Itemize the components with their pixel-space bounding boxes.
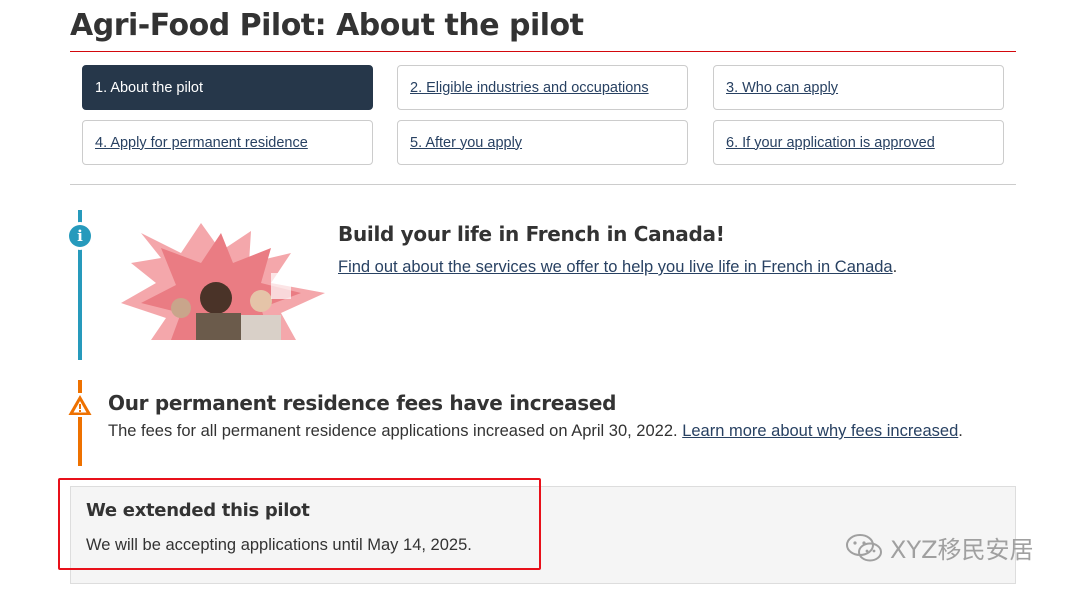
warning-alert-heading: Our permanent residence fees have increa… <box>108 391 617 415</box>
watermark: XYZ移民安居 <box>844 530 1034 565</box>
french-services-link[interactable]: Find out about the services we offer to … <box>338 258 893 276</box>
warning-icon <box>67 393 93 417</box>
warning-alert-punctuation: . <box>958 422 963 440</box>
nav-step-who-can-apply[interactable]: 3. Who can apply <box>713 65 1004 110</box>
nav-divider <box>70 184 1016 185</box>
nav-step-apply-for-pr[interactable]: 4. Apply for permanent residence <box>82 120 373 165</box>
info-alert-punctuation: . <box>892 258 898 276</box>
fees-increased-link[interactable]: Learn more about why fees increased <box>682 422 958 440</box>
warning-alert-text: The fees for all permanent residence app… <box>108 422 963 441</box>
nav-step-eligible-industries[interactable]: 2. Eligible industries and occupations <box>397 65 688 110</box>
info-icon: i <box>69 225 91 247</box>
nav-step-about-the-pilot[interactable]: 1. About the pilot <box>82 65 373 110</box>
title-divider <box>70 51 1016 52</box>
wechat-icon <box>846 533 882 561</box>
watermark-text: XYZ移民安居 <box>890 536 1034 564</box>
french-in-canada-image <box>121 223 325 340</box>
warning-alert-body: The fees for all permanent residence app… <box>108 422 683 440</box>
info-alert-heading: Build your life in French in Canada! <box>338 222 725 246</box>
nav-step-if-approved[interactable]: 6. If your application is approved <box>713 120 1004 165</box>
info-alert-text: Find out about the services we offer to … <box>338 258 897 277</box>
highlight-box <box>58 478 541 570</box>
page-title: Agri-Food Pilot: About the pilot <box>70 8 584 43</box>
nav-step-after-you-apply[interactable]: 5. After you apply <box>397 120 688 165</box>
